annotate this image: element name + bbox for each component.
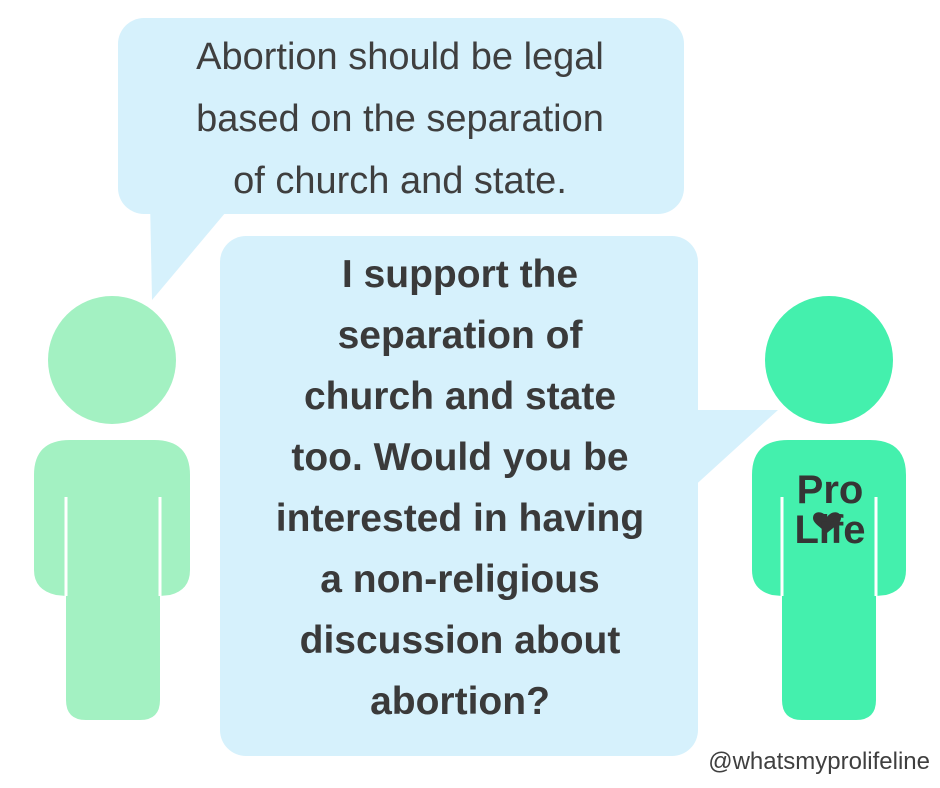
left-speech-line: of church and state. — [233, 160, 567, 202]
right-speech-line: interested in having — [275, 497, 645, 540]
shirt-label-line2: Life — [794, 508, 866, 552]
left-speech-line: based on the separation — [196, 98, 604, 140]
right-speech-text: I support the separation of church and s… — [222, 244, 698, 732]
right-speech-line: I support the — [341, 253, 579, 296]
right-speech-line: a non-religious — [320, 558, 600, 601]
right-speech-line: church and state — [303, 375, 617, 418]
right-speech-line: separation of — [337, 314, 583, 357]
right-speech-line: abortion? — [370, 680, 550, 723]
right-speech-line: discussion about — [299, 619, 621, 662]
left-person-icon — [34, 296, 190, 720]
shirt-label-line1: Pro — [796, 468, 864, 512]
left-speech-text: Abortion should be legal based on the se… — [120, 26, 680, 212]
comic-panel: Abortion should be legal based on the se… — [0, 0, 940, 788]
social-handle: @whatsmyprolifeline — [708, 748, 930, 775]
shirt-label: Pro Life — [770, 470, 890, 550]
right-speech-line: too. Would you be — [291, 436, 629, 479]
left-speech-line: Abortion should be legal — [196, 36, 604, 78]
